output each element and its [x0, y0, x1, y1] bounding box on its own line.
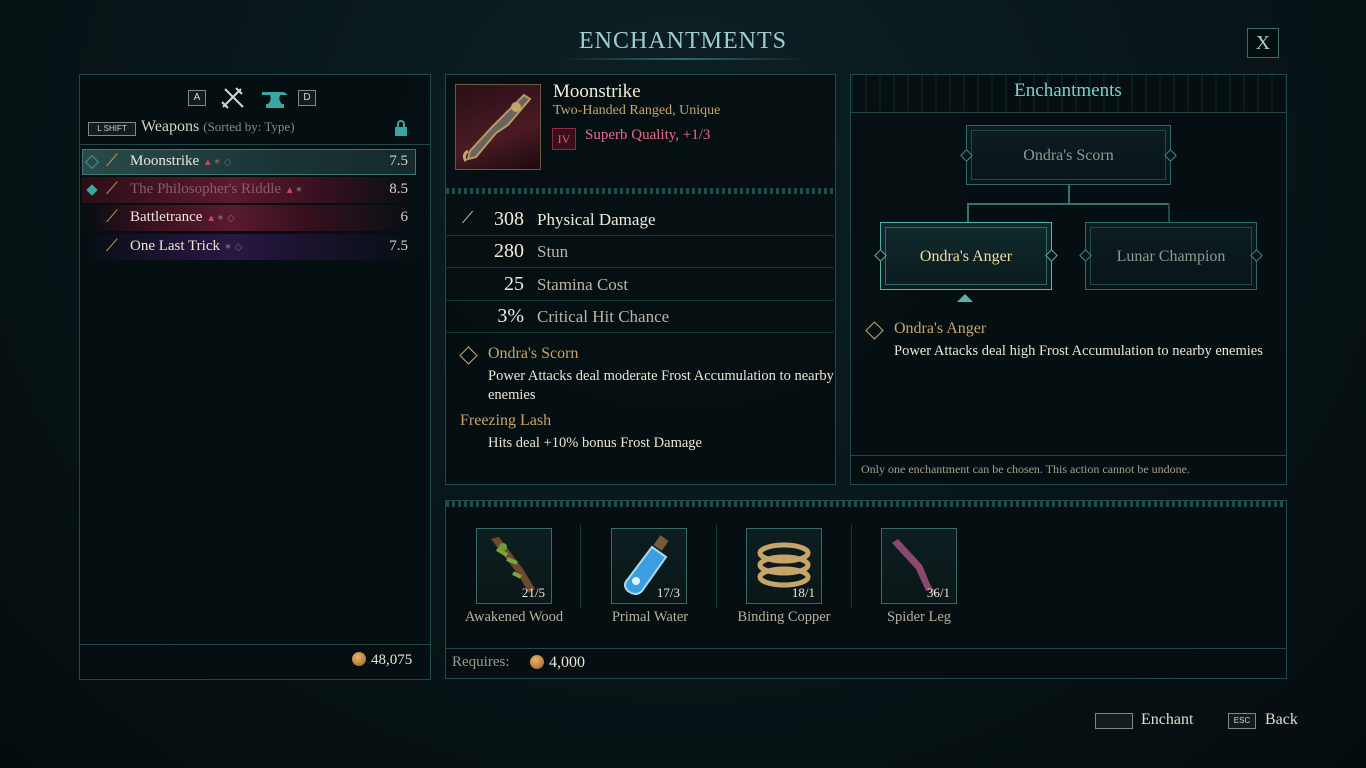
stat-stamina-cost: 25 Stamina Cost	[446, 269, 834, 301]
space-key-hint[interactable]	[1095, 713, 1133, 729]
requires-label: Requires:	[452, 654, 510, 670]
item-type: Two-Handed Ranged, Unique	[553, 103, 721, 118]
trait-name: Freezing Lash	[460, 412, 552, 429]
material-binding-copper[interactable]: 18/1	[746, 528, 822, 604]
selected-enchant-desc: Power Attacks deal high Frost Accumulati…	[894, 343, 1263, 359]
key-d-hint[interactable]: D	[298, 90, 316, 106]
key-a-hint[interactable]: A	[188, 90, 206, 106]
weapon-row-battletrance[interactable]: ⟋ Battletrance ▲✶ ◇ 6	[82, 205, 416, 231]
esc-key-hint[interactable]: ESC	[1228, 713, 1256, 729]
sort-note: (Sorted by: Type)	[203, 119, 295, 134]
trait-desc: Hits deal +10% bonus Frost Damage	[488, 435, 702, 451]
list-divider	[80, 144, 430, 145]
material-label: Binding Copper	[737, 609, 831, 625]
selection-caret-icon	[957, 294, 973, 302]
material-primal-water[interactable]: 17/3	[611, 528, 687, 604]
close-button[interactable]: X	[1247, 28, 1279, 58]
wand-icon: ⟋	[106, 236, 118, 255]
weapon-value: 7.5	[389, 238, 408, 254]
weapon-value: 8.5	[389, 181, 408, 197]
weapon-row-moonstrike[interactable]: ⟋ Moonstrike ▲✶ ◇ 7.5	[82, 149, 416, 175]
enchant-warning-note: Only one enchantment can be chosen. This…	[861, 462, 1191, 476]
material-label: Spider Leg	[886, 609, 952, 625]
enchant-node-lunar-champion[interactable]: Lunar Champion	[1085, 222, 1257, 290]
staff-icon: ⟋	[106, 207, 118, 226]
tree-connector	[967, 203, 1170, 205]
item-name: Moonstrike	[553, 81, 641, 102]
material-awakened-wood[interactable]: 21/5	[476, 528, 552, 604]
weapon-name: One Last Trick ✶ ◇	[130, 238, 243, 254]
material-separator	[580, 524, 581, 608]
damage-icon: ⟋	[462, 210, 474, 227]
stat-stun: 280 Stun	[446, 236, 834, 268]
tree-connector	[1168, 203, 1170, 222]
requires-divider	[446, 648, 1286, 649]
weapon-row-one-last-trick[interactable]: ⟋ One Last Trick ✶ ◇ 7.5	[82, 234, 416, 260]
stat-crit-chance: 3% Critical Hit Chance	[446, 301, 834, 333]
material-separator	[716, 524, 717, 608]
weapon-thumbnail	[455, 84, 541, 170]
back-action[interactable]: Back	[1265, 711, 1298, 729]
current-enchant-desc: Power Attacks deal moderate Frost Accumu…	[488, 368, 834, 403]
enchant-node-root[interactable]: Ondra's Scorn	[966, 125, 1171, 185]
item-divider	[446, 188, 835, 194]
material-label: Primal Water	[611, 609, 689, 625]
material-label: Awakened Wood	[464, 609, 564, 625]
coin-icon	[352, 652, 366, 666]
weapon-name: Battletrance ▲✶ ◇	[130, 209, 235, 225]
lock-icon[interactable]	[394, 120, 408, 136]
materials-top-divider	[446, 501, 1286, 507]
requires-cost: 4,000	[530, 654, 585, 672]
tree-title-divider	[851, 112, 1286, 113]
weapons-header: Weapons (Sorted by: Type)	[141, 118, 295, 136]
enchant-tree-title: Enchantments	[1014, 80, 1122, 101]
enchant-action[interactable]: Enchant	[1141, 711, 1193, 729]
hand-cannon-icon: ⟋	[106, 151, 118, 170]
quality-tier-badge: IV	[552, 128, 576, 150]
weapon-name: The Philosopher's Riddle ▲✶	[130, 181, 304, 197]
quality-text: Superb Quality, +1/3	[585, 127, 711, 143]
anvil-category-icon[interactable]	[260, 86, 290, 110]
weapons-label: Weapons	[141, 118, 200, 135]
coin-icon	[530, 655, 544, 669]
materials-panel	[445, 500, 1287, 679]
shift-key-hint[interactable]: L SHIFT	[88, 122, 136, 136]
tree-connector	[1068, 185, 1070, 203]
panel-footer-divider	[80, 644, 430, 645]
stat-physical-damage: ⟋ 308 Physical Damage	[446, 204, 834, 236]
weapons-category-icon[interactable]	[220, 86, 246, 110]
weapon-value: 7.5	[389, 153, 408, 169]
title-divider	[560, 58, 806, 60]
material-separator	[851, 524, 852, 608]
tree-connector	[967, 203, 969, 222]
weapon-row-philosophers-riddle[interactable]: ⟋ The Philosopher's Riddle ▲✶ 8.5	[82, 177, 416, 203]
selected-enchant-name: Ondra's Anger	[894, 320, 987, 337]
enchant-node-ondras-anger[interactable]: Ondra's Anger	[880, 222, 1052, 290]
current-enchant-name: Ondra's Scorn	[488, 345, 579, 362]
tree-footer-divider	[851, 455, 1286, 456]
gold-total: 48,075	[352, 652, 412, 669]
material-spider-leg[interactable]: 36/1	[881, 528, 957, 604]
weapon-value: 6	[400, 209, 409, 225]
page-title: ENCHANTMENTS	[579, 28, 787, 54]
sword-icon: ⟋	[106, 179, 118, 198]
weapon-name: Moonstrike ▲✶ ◇	[130, 153, 232, 169]
